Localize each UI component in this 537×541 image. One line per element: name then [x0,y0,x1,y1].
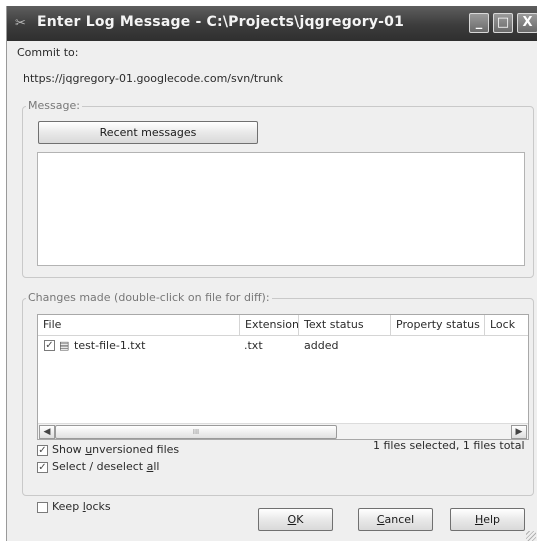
minimize-button[interactable]: _ [469,13,489,33]
recent-messages-label: Recent messages [99,126,197,139]
col-file[interactable]: File [38,315,240,335]
scroll-thumb[interactable]: III [55,425,337,439]
maximize-icon: □ [496,15,510,30]
close-button[interactable]: X [517,13,537,33]
help-button[interactable]: Help [450,508,525,531]
maximize-button[interactable]: □ [493,13,513,33]
minimize-icon: _ [475,15,483,30]
app-icon: ✂ [15,16,26,31]
table-row[interactable]: ✓ ▤ test-file-1.txt .txt added [38,337,528,355]
horizontal-scrollbar[interactable]: ◀ III ▶ [38,423,528,439]
row-file: test-file-1.txt [74,339,146,352]
col-property-status[interactable]: Property status [391,315,485,335]
resize-grip-icon[interactable] [526,531,536,541]
commit-to-label: Commit to: [17,46,79,59]
select-all-checkbox[interactable]: ✓ [37,462,48,473]
scroll-right-icon[interactable]: ▶ [511,425,527,439]
scroll-left-icon[interactable]: ◀ [39,425,55,439]
keep-locks-label[interactable]: Keep locks [52,500,111,513]
show-unversioned-checkbox[interactable]: ✓ [37,445,48,456]
log-message-dialog: ✂ Enter Log Message - C:\Projects\jqgreg… [6,6,537,541]
ok-button[interactable]: OK [258,508,333,531]
select-all-label[interactable]: Select / deselect all [52,460,159,473]
selection-summary: 1 files selected, 1 files total [373,439,525,452]
col-text-status[interactable]: Text status [299,315,391,335]
changes-group-label: Changes made (double-click on file for d… [26,291,272,304]
close-icon: X [522,15,533,30]
commit-url: https://jqgregory-01.googlecode.com/svn/… [23,72,284,85]
col-lock[interactable]: Lock [485,315,528,335]
col-extension[interactable]: Extension [240,315,299,335]
show-unversioned-label[interactable]: Show unversioned files [52,443,179,456]
title-bar[interactable]: ✂ Enter Log Message - C:\Projects\jqgreg… [7,6,537,41]
row-text-status: added [304,339,339,352]
recent-messages-button[interactable]: Recent messages [38,121,258,144]
file-icon: ▤ [59,339,70,352]
message-group-label: Message: [26,99,82,112]
list-header: File Extension Text status Property stat… [38,315,528,336]
changes-list[interactable]: File Extension Text status Property stat… [37,314,529,440]
message-textarea[interactable] [37,152,525,266]
row-checkbox[interactable]: ✓ [44,340,55,351]
keep-locks-checkbox[interactable] [37,502,48,513]
row-extension: .txt [244,339,263,352]
window-title: Enter Log Message - C:\Projects\jqgregor… [37,14,405,30]
cancel-button[interactable]: Cancel [358,508,433,531]
